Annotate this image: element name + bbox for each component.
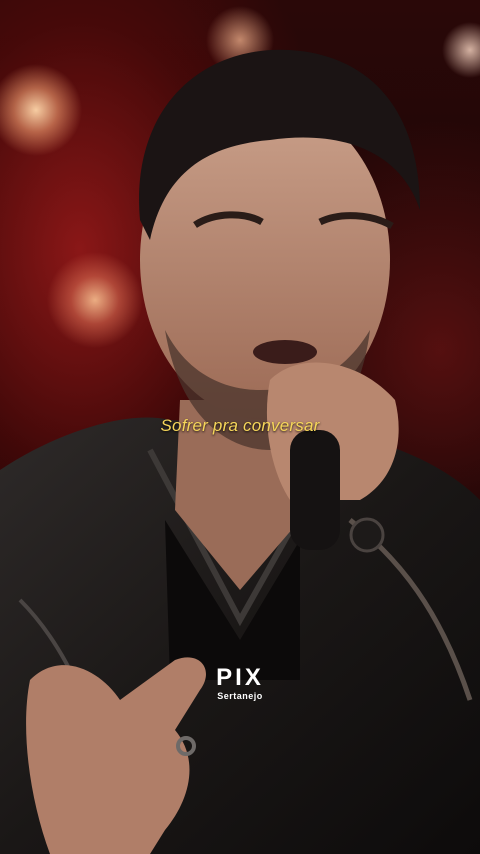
watermark-logo-subtitle: Sertanejo [217, 691, 263, 701]
video-frame[interactable]: Sofrer pra conversar PIX Sertanejo [0, 0, 480, 854]
lyric-caption: Sofrer pra conversar [160, 416, 320, 435]
channel-watermark: PIX Sertanejo [190, 664, 290, 702]
watermark-logo-title: PIX [216, 664, 264, 691]
